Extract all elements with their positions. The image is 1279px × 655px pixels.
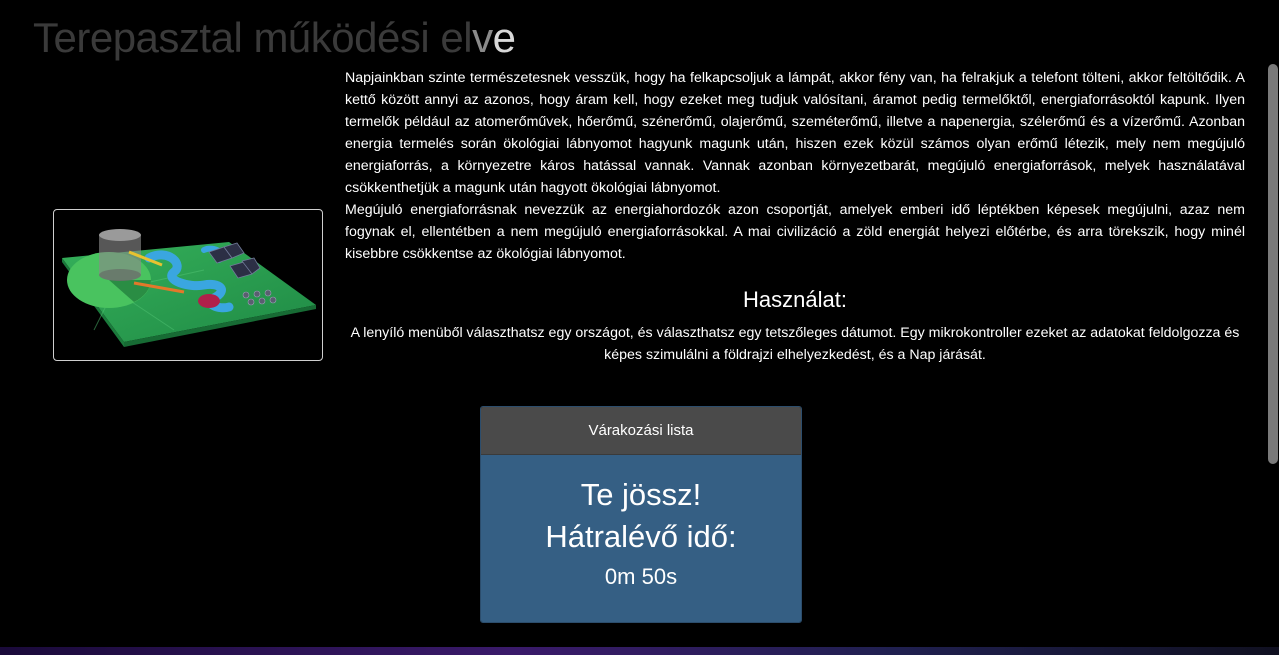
description-paragraph-2: Megújuló energiaforrásnak nevezzük az en… xyxy=(345,202,1245,262)
queue-remaining-label: Hátralévő idő: xyxy=(545,519,737,554)
description-text: Napjainkban szinte természetesnek vesszü… xyxy=(345,67,1245,265)
scrollbar[interactable] xyxy=(1266,0,1279,647)
modal-title: Terepasztal működési elve xyxy=(33,14,516,62)
lake-shape xyxy=(198,294,220,308)
usage-text: A lenyíló menüből választhatsz egy orszá… xyxy=(350,325,1240,363)
queue-turn-text: Te jössz! xyxy=(580,477,702,512)
title-end: e xyxy=(492,14,516,61)
title-faded: Terepasztal működési el xyxy=(33,14,473,61)
queue-panel: Várakozási lista Te jössz! Hátralévő idő… xyxy=(480,406,802,623)
page-background-strip xyxy=(0,647,1279,655)
info-modal: Terepasztal működési elve Napjainkban sz… xyxy=(0,0,1266,647)
usage-heading: Használat: xyxy=(743,287,847,312)
queue-header: Várakozási lista xyxy=(481,407,801,455)
description-paragraph-1: Napjainkban szinte természetesnek vesszü… xyxy=(345,70,1245,196)
title-mid: v xyxy=(472,14,493,61)
terrain-model-illustration xyxy=(62,229,316,347)
scrollbar-thumb[interactable] xyxy=(1268,64,1278,464)
terrain-table-image xyxy=(53,209,323,361)
queue-body: Te jössz! Hátralévő idő: 0m 50s xyxy=(481,455,801,622)
queue-remaining-time: 0m 50s xyxy=(604,564,678,589)
